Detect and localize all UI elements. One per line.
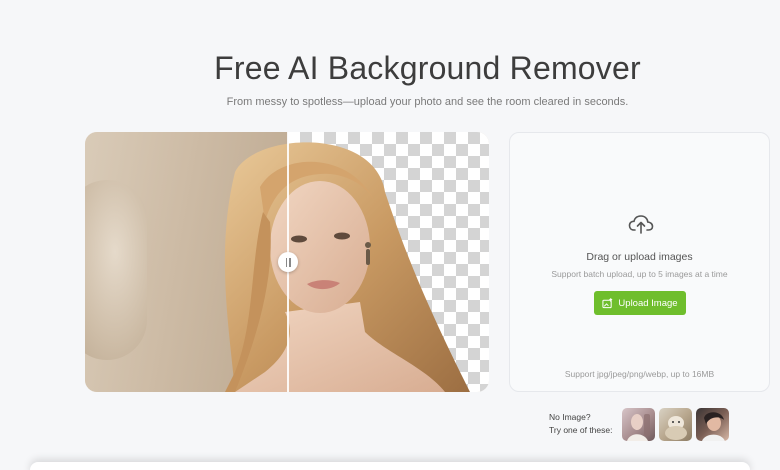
bottom-panel-edge	[30, 462, 750, 470]
page-subtitle: From messy to spotless—upload your photo…	[226, 96, 629, 108]
drag-handle-icon[interactable]	[278, 252, 298, 272]
sample-image-2[interactable]	[659, 408, 692, 441]
page-title: Free AI Background Remover	[214, 50, 641, 86]
upload-dropzone[interactable]: Drag or upload images Support batch uplo…	[509, 132, 770, 392]
supported-formats-note: Support jpg/jpeg/png/webp, up to 16MB	[564, 369, 715, 379]
upload-title: Drag or upload images	[586, 251, 693, 263]
sample-image-1[interactable]	[622, 408, 655, 441]
sample-image-3[interactable]	[696, 408, 729, 441]
sample-images-label: No Image? Try one of these:	[549, 411, 612, 437]
upload-image-button[interactable]: Upload Image	[594, 291, 686, 315]
cloud-upload-icon	[628, 215, 654, 234]
try-these-text: Try one of these:	[549, 425, 613, 435]
no-image-text: No Image?	[549, 412, 591, 422]
upload-button-label: Upload Image	[618, 297, 678, 309]
before-after-comparison[interactable]	[85, 132, 489, 392]
batch-upload-note: Support batch upload, up to 5 images at …	[551, 269, 728, 279]
image-upload-icon	[602, 297, 613, 308]
